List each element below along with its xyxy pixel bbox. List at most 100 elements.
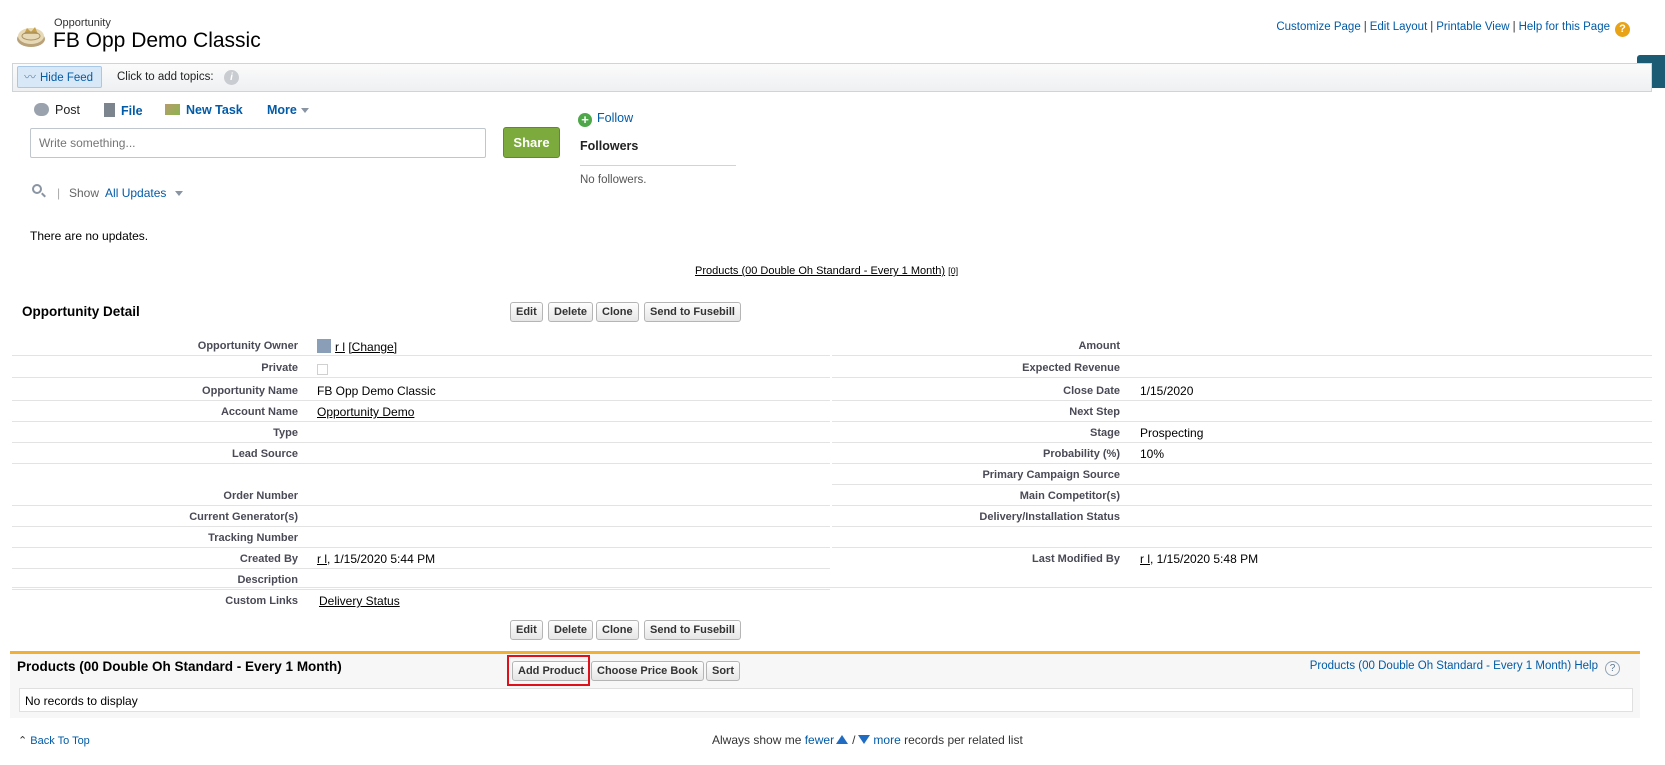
choose-price-book-button[interactable]: Choose Price Book <box>591 661 704 681</box>
field-label: Opportunity Owner <box>197 340 298 352</box>
triangle-up-icon[interactable] <box>836 735 849 744</box>
records-per-list: Always show me fewer / more records per re… <box>712 733 1023 747</box>
delete-button-bottom[interactable]: Delete <box>548 620 594 640</box>
field-value: Delivery Status <box>319 594 400 608</box>
field-label: Close Date <box>1063 385 1120 397</box>
row-divider <box>12 400 830 401</box>
modified-date: , 1/15/2020 5:48 PM <box>1150 552 1259 566</box>
field-label: Delivery/Installation Status <box>979 511 1120 523</box>
tab-file[interactable]: File <box>104 103 143 118</box>
row-divider <box>12 568 830 569</box>
row-divider <box>12 442 830 443</box>
printable-view-link[interactable]: Printable View <box>1436 21 1509 33</box>
row-divider <box>832 442 1652 443</box>
row-divider <box>12 463 830 464</box>
field-label: Created By <box>239 553 298 565</box>
search-icon[interactable] <box>32 184 42 194</box>
products-heading: Products (00 Double Oh Standard - Every … <box>17 659 342 674</box>
help-icon[interactable]: ? <box>1615 22 1630 37</box>
edit-button[interactable]: Edit <box>510 302 543 322</box>
field-label: Private <box>261 362 298 374</box>
field-label: Probability (%) <box>1042 448 1120 460</box>
row-divider <box>12 377 830 378</box>
field-label: Account Name <box>220 406 298 418</box>
row-divider <box>12 587 1652 588</box>
info-icon[interactable]: i <box>224 70 239 85</box>
field-label: Current Generator(s) <box>189 511 298 523</box>
back-to-top-link[interactable]: ⌃ Back To Top <box>18 734 90 747</box>
clone-button-bottom[interactable]: Clone <box>596 620 639 640</box>
detail-heading: Opportunity Detail <box>22 304 140 319</box>
send-to-fusebill-button-bottom[interactable]: Send to Fusebill <box>644 620 741 640</box>
field-label: Tracking Number <box>208 532 298 544</box>
followers-heading: Followers <box>580 139 639 153</box>
tab-post[interactable]: Post <box>34 103 80 117</box>
edit-layout-link[interactable]: Edit Layout <box>1370 21 1428 33</box>
help-for-page-link[interactable]: Help for this Page <box>1519 21 1610 33</box>
header-links: Customize Page | Edit Layout | Printable Vie… <box>1276 21 1630 37</box>
last-modified-link[interactable]: r l <box>1140 552 1150 566</box>
field-label: Description <box>237 574 298 586</box>
user-icon <box>317 339 331 353</box>
field-value: 10% <box>1140 447 1165 461</box>
customize-page-link[interactable]: Customize Page <box>1276 21 1360 33</box>
task-icon <box>165 104 180 115</box>
fewer-link[interactable]: fewer <box>805 733 834 747</box>
row-divider <box>12 421 830 422</box>
no-updates-text: There are no updates. <box>30 229 149 243</box>
row-divider <box>832 505 1652 506</box>
follow-button[interactable]: + Follow <box>578 111 633 127</box>
row-divider <box>12 355 830 356</box>
delivery-status-link[interactable]: Delivery Status <box>319 594 400 608</box>
tab-more[interactable]: More <box>267 103 309 117</box>
row-divider <box>12 547 830 548</box>
row-divider <box>12 505 830 506</box>
no-followers-text: No followers. <box>580 174 647 186</box>
field-value: FB Opp Demo Classic <box>317 384 436 398</box>
post-input[interactable] <box>30 128 486 158</box>
row-divider <box>832 484 1652 485</box>
help-icon: ? <box>1605 661 1620 676</box>
no-records-text: No records to display <box>19 688 1633 712</box>
send-to-fusebill-button[interactable]: Send to Fusebill <box>644 302 741 322</box>
add-topics-link[interactable]: Click to add topics: <box>117 71 214 83</box>
pulse-icon: 〰 <box>24 70 37 84</box>
more-link[interactable]: more <box>873 733 900 747</box>
field-label: Custom Links <box>225 595 298 607</box>
field-label: Order Number <box>223 490 298 502</box>
products-related-link[interactable]: Products (00 Double Oh Standard - Every … <box>695 265 958 277</box>
row-divider <box>832 377 1652 378</box>
opportunity-logo-icon <box>17 27 45 47</box>
highlight-box <box>507 655 590 686</box>
chevron-down-icon <box>300 108 309 113</box>
field-label: Stage <box>1090 427 1120 439</box>
row-divider <box>832 355 1652 356</box>
plus-icon: + <box>578 113 592 127</box>
divider: | <box>57 186 61 200</box>
private-checkbox <box>317 364 328 375</box>
hide-feed-button[interactable]: 〰 Hide Feed <box>17 66 102 88</box>
page-title: FB Opp Demo Classic <box>53 29 261 52</box>
tab-new-task[interactable]: New Task <box>165 103 243 117</box>
delete-button[interactable]: Delete <box>548 302 594 322</box>
divider <box>580 165 736 166</box>
created-by-link[interactable]: r l <box>317 552 327 566</box>
field-value: 1/15/2020 <box>1140 384 1194 398</box>
field-value: Prospecting <box>1140 426 1204 440</box>
clone-button[interactable]: Clone <box>596 302 639 322</box>
row-divider <box>12 589 830 590</box>
owner-link[interactable]: r l <box>335 340 345 354</box>
account-link[interactable]: Opportunity Demo <box>317 405 414 419</box>
change-owner-link[interactable]: [Change] <box>348 340 397 354</box>
post-bubble-icon <box>34 103 49 116</box>
triangle-down-icon[interactable] <box>858 735 871 744</box>
products-help[interactable]: Products (00 Double Oh Standard - Every … <box>1310 660 1620 676</box>
all-updates-link[interactable]: All Updates <box>105 186 166 200</box>
row-divider <box>832 547 1652 548</box>
edit-button-bottom[interactable]: Edit <box>510 620 543 640</box>
share-button[interactable]: Share <box>503 127 560 158</box>
show-filter[interactable]: Show All Updates <box>69 186 184 200</box>
sort-button[interactable]: Sort <box>706 661 740 681</box>
field-label: Main Competitor(s) <box>1019 490 1120 502</box>
row-divider <box>832 526 1652 527</box>
